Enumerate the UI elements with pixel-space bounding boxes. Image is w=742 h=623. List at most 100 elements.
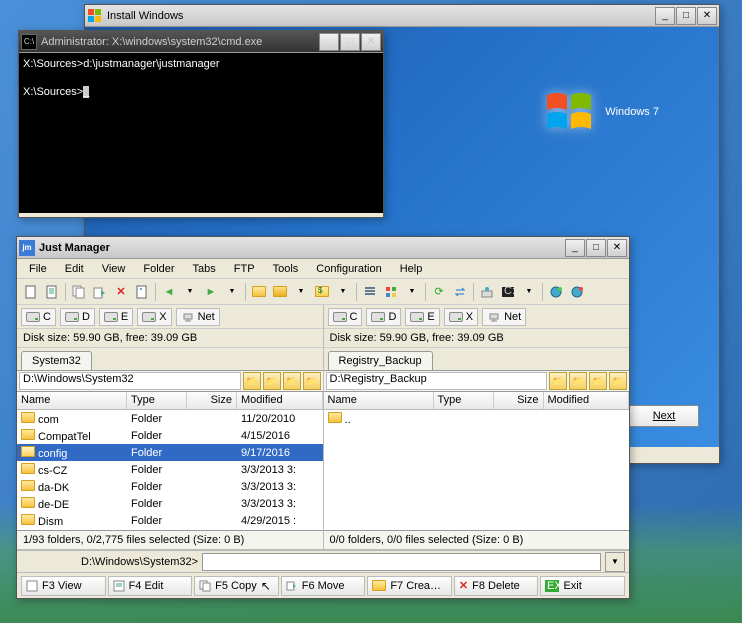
menu-file[interactable]: File <box>21 261 55 277</box>
table-row[interactable]: .. <box>324 410 630 427</box>
menu-help[interactable]: Help <box>392 261 431 277</box>
table-row[interactable]: DismFolder4/29/2015 : <box>17 512 323 529</box>
table-row[interactable]: configFolder9/17/2016 <box>17 444 323 461</box>
dropdown-icon[interactable]: ▼ <box>333 282 353 302</box>
exit-button[interactable]: EXITExit <box>540 576 625 596</box>
right-path-input[interactable]: D:\Registry_Backup <box>326 372 548 390</box>
jm-icon: jm <box>19 240 35 256</box>
menu-ftp[interactable]: FTP <box>226 261 263 277</box>
refresh-icon[interactable]: ⟳ <box>429 282 449 302</box>
drive-d[interactable]: D <box>366 308 401 326</box>
left-status: 1/93 folders, 0/2,775 files selected (Si… <box>17 530 323 549</box>
col-size[interactable]: Size <box>187 392 237 409</box>
col-type[interactable]: Type <box>434 392 494 409</box>
right-tab[interactable]: Registry_Backup <box>328 351 433 370</box>
maximize-button[interactable]: □ <box>586 239 606 257</box>
f3-view-button[interactable]: F3 View <box>21 576 106 596</box>
folder-root-icon[interactable]: 📁 <box>569 372 587 390</box>
folder-up-icon[interactable]: 📁 <box>549 372 567 390</box>
edit-icon[interactable] <box>42 282 62 302</box>
left-tab[interactable]: System32 <box>21 351 92 370</box>
folder-fav-icon[interactable]: 📁 <box>589 372 607 390</box>
f6-move-button[interactable]: F6 Move <box>281 576 366 596</box>
menu-configuration[interactable]: Configuration <box>308 261 389 277</box>
f7-create-button[interactable]: F7 Crea… <box>367 576 452 596</box>
col-modified[interactable]: Modified <box>544 392 630 409</box>
drive-net[interactable]: Net <box>482 308 526 326</box>
folder-fav-icon[interactable]: 📁 <box>283 372 301 390</box>
folder-root-icon[interactable]: 📁 <box>263 372 281 390</box>
cmd-dropdown-icon[interactable]: ▼ <box>605 552 625 572</box>
copy-icon[interactable] <box>69 282 89 302</box>
view-grid-icon[interactable] <box>381 282 401 302</box>
connect-icon[interactable] <box>546 282 566 302</box>
drive-net[interactable]: Net <box>176 308 220 326</box>
money-folder-icon[interactable]: $ <box>312 282 332 302</box>
dropdown-icon[interactable]: ▼ <box>402 282 422 302</box>
cmd-titlebar[interactable]: C:\ Administrator: X:\windows\system32\c… <box>19 31 383 53</box>
close-button[interactable]: ✕ <box>697 7 717 25</box>
drive-d[interactable]: D <box>60 308 95 326</box>
install-titlebar[interactable]: Install Windows _ □ ✕ <box>85 5 719 27</box>
drive-e[interactable]: E <box>405 308 439 326</box>
right-status: 0/0 folders, 0/0 files selected (Size: 0… <box>324 530 630 549</box>
col-modified[interactable]: Modified <box>237 392 323 409</box>
menu-folder[interactable]: Folder <box>135 261 182 277</box>
new-file-icon[interactable] <box>21 282 41 302</box>
minimize-button[interactable]: _ <box>319 33 339 51</box>
col-type[interactable]: Type <box>127 392 187 409</box>
table-row[interactable]: comFolder11/20/2010 <box>17 410 323 427</box>
drive-c[interactable]: C <box>21 308 56 326</box>
properties-icon[interactable] <box>132 282 152 302</box>
f8-delete-button[interactable]: ✕F8 Delete <box>454 576 539 596</box>
view-list-icon[interactable] <box>360 282 380 302</box>
col-size[interactable]: Size <box>494 392 544 409</box>
dropdown-icon[interactable]: ▼ <box>222 282 242 302</box>
minimize-button[interactable]: _ <box>655 7 675 25</box>
menu-edit[interactable]: Edit <box>57 261 92 277</box>
delete-icon[interactable]: ✕ <box>111 282 131 302</box>
swap-icon[interactable] <box>450 282 470 302</box>
folder-icon[interactable] <box>249 282 269 302</box>
col-name[interactable]: Name <box>17 392 127 409</box>
ftp-icon[interactable] <box>477 282 497 302</box>
terminal-icon[interactable]: C:\ <box>498 282 518 302</box>
dropdown-icon[interactable]: ▼ <box>180 282 200 302</box>
col-name[interactable]: Name <box>324 392 434 409</box>
folder-history-icon[interactable]: 📁 <box>609 372 627 390</box>
cmd-input[interactable] <box>202 553 601 571</box>
f5-copy-button[interactable]: F5 Copy↖ <box>194 576 279 596</box>
menu-tabs[interactable]: Tabs <box>185 261 224 277</box>
table-row[interactable]: CompatTelFolder4/15/2016 <box>17 427 323 444</box>
back-icon[interactable]: ◄ <box>159 282 179 302</box>
maximize-button[interactable]: □ <box>340 33 360 51</box>
move-icon[interactable] <box>90 282 110 302</box>
close-button[interactable]: ✕ <box>607 239 627 257</box>
menu-view[interactable]: View <box>94 261 134 277</box>
maximize-button[interactable]: □ <box>676 7 696 25</box>
folder-history-icon[interactable]: 📁 <box>303 372 321 390</box>
folder-up-icon[interactable]: 📁 <box>243 372 261 390</box>
drive-e[interactable]: E <box>99 308 133 326</box>
drive-x[interactable]: X <box>444 308 478 326</box>
right-file-list[interactable]: .. <box>324 410 630 530</box>
next-button[interactable]: Next <box>629 405 699 427</box>
close-button[interactable]: ✕ <box>361 33 381 51</box>
f4-edit-button[interactable]: F4 Edit <box>108 576 193 596</box>
favorites-icon[interactable] <box>270 282 290 302</box>
jm-titlebar[interactable]: jm Just Manager _ □ ✕ <box>17 237 629 259</box>
cmd-body[interactable]: X:\Sources>d:\justmanager\justmanager X:… <box>19 53 383 213</box>
table-row[interactable]: de-DEFolder3/3/2013 3: <box>17 495 323 512</box>
dropdown-icon[interactable]: ▼ <box>519 282 539 302</box>
menu-tools[interactable]: Tools <box>265 261 307 277</box>
forward-icon[interactable]: ► <box>201 282 221 302</box>
drive-c[interactable]: C <box>328 308 363 326</box>
disconnect-icon[interactable] <box>567 282 587 302</box>
minimize-button[interactable]: _ <box>565 239 585 257</box>
table-row[interactable]: da-DKFolder3/3/2013 3: <box>17 478 323 495</box>
left-file-list[interactable]: comFolder11/20/2010 CompatTelFolder4/15/… <box>17 410 323 530</box>
table-row[interactable]: cs-CZFolder3/3/2013 3: <box>17 461 323 478</box>
drive-x[interactable]: X <box>137 308 171 326</box>
left-path-input[interactable]: D:\Windows\System32 <box>19 372 241 390</box>
dropdown-icon[interactable]: ▼ <box>291 282 311 302</box>
